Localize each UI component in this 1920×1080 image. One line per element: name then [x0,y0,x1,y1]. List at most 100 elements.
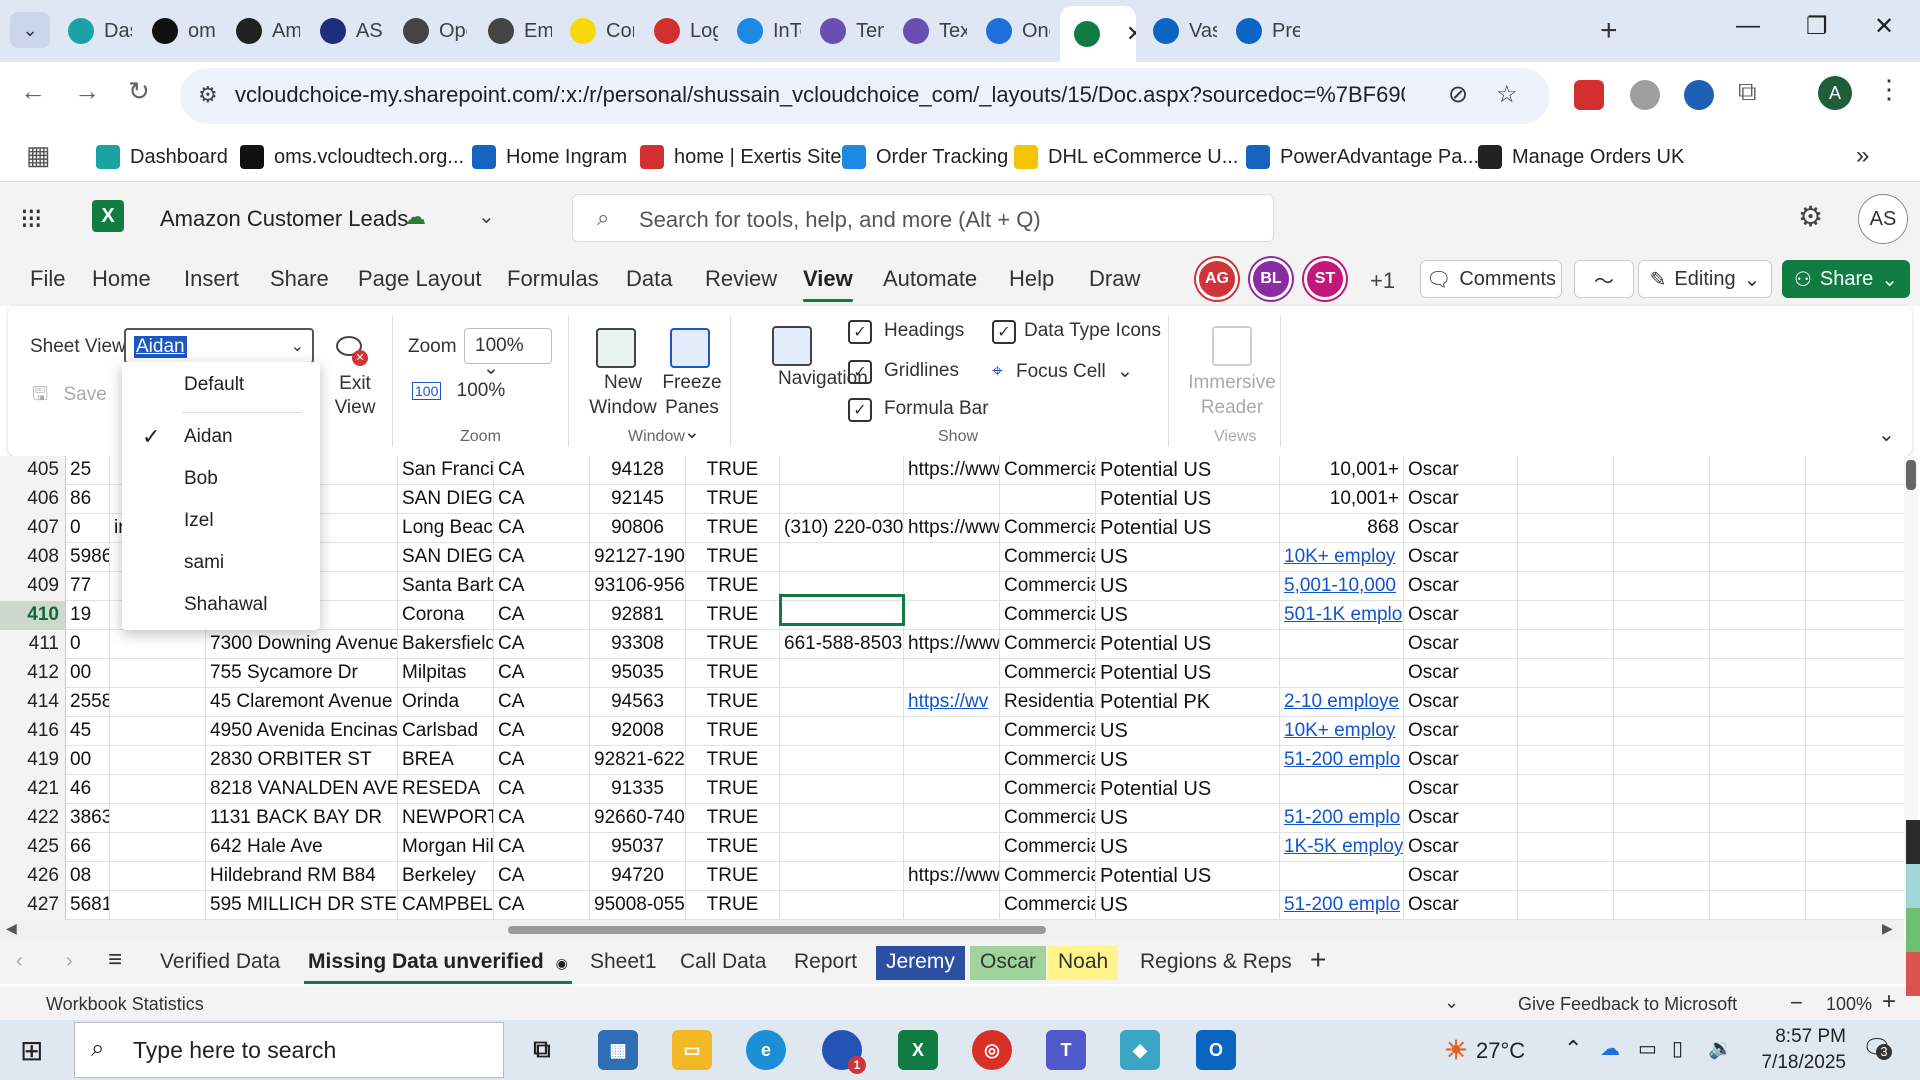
coauthor-avatar[interactable]: AG [1196,258,1238,300]
table-cell[interactable]: Carlsbad [398,717,494,746]
table-cell[interactable]: Commercia [1000,833,1096,862]
table-cell[interactable]: Morgan Hill [398,833,494,862]
table-cell[interactable] [1710,746,1806,775]
table-cell[interactable]: 94720 [590,862,686,891]
extension-lens-icon[interactable] [1684,80,1714,110]
table-cell[interactable] [904,891,1000,920]
table-cell[interactable]: 3863 [66,804,110,833]
table-cell[interactable] [1518,572,1614,601]
table-cell[interactable]: US [1096,572,1280,601]
table-cell[interactable]: SAN DIEGC [398,485,494,514]
table-cell[interactable]: https://www [904,862,1000,891]
clock-time[interactable]: 8:57 PM [1750,1026,1846,1048]
catch-up-button[interactable]: 〜 [1574,260,1634,298]
row-header[interactable]: 426 [0,862,66,891]
table-cell[interactable]: TRUE [686,485,780,514]
table-cell[interactable]: Oscar [1404,456,1518,485]
table-cell[interactable] [780,688,904,717]
bookmark-star-icon[interactable]: ☆ [1496,80,1518,109]
table-cell[interactable]: Oscar [1404,775,1518,804]
row-header[interactable]: 408 [0,543,66,572]
row-header[interactable]: 407 [0,514,66,543]
table-cell[interactable]: Corona [398,601,494,630]
table-cell[interactable]: 1K-5K employ [1280,833,1404,862]
document-title[interactable]: Amazon Customer Leads [160,206,408,232]
table-cell[interactable]: US [1096,891,1280,920]
table-cell[interactable]: https://wv [904,688,1000,717]
row-header[interactable]: 405 [0,456,66,485]
bookmark-item[interactable]: home | Exertis Site [640,142,841,172]
row-header[interactable]: 422 [0,804,66,833]
table-cell[interactable]: 92660-7405 [590,804,686,833]
table-cell[interactable]: 94128 [590,456,686,485]
reload-icon[interactable]: ↻ [128,76,150,107]
table-cell[interactable]: Residential [1000,688,1096,717]
table-cell[interactable] [110,833,206,862]
search-input[interactable]: ⌕ Search for tools, help, and more (Alt … [572,194,1274,242]
coauthor-avatar[interactable]: BL [1250,258,1292,300]
table-cell[interactable] [780,717,904,746]
table-cell[interactable]: TRUE [686,543,780,572]
table-cell[interactable]: 00 [66,746,110,775]
table-cell[interactable]: CA [494,659,590,688]
table-cell[interactable] [1614,833,1710,862]
prev-sheet-icon[interactable]: ‹ [16,950,23,973]
table-cell[interactable] [904,775,1000,804]
clock-date[interactable]: 7/18/2025 [1746,1052,1846,1074]
table-cell[interactable] [1000,485,1096,514]
close-tab-icon[interactable]: ✕ [1126,21,1136,47]
table-cell[interactable] [1710,514,1806,543]
browser-tab[interactable]: Con [560,8,634,54]
ribbon-tab-file[interactable]: File [30,266,65,292]
table-cell[interactable] [110,862,206,891]
table-cell[interactable]: https://www [904,630,1000,659]
table-cell[interactable]: US [1096,746,1280,775]
table-cell[interactable]: 77 [66,572,110,601]
table-cell[interactable]: 45 Claremont Avenue [206,688,398,717]
table-cell[interactable]: CA [494,456,590,485]
sheet-tab[interactable]: Regions & Reps [1130,946,1302,980]
bookmark-item[interactable]: Home Ingram [472,142,627,172]
row-header[interactable]: 412 [0,659,66,688]
table-cell[interactable]: Milpitas [398,659,494,688]
vertical-scroll-thumb[interactable] [1906,460,1916,490]
table-cell[interactable]: 868 [1280,514,1404,543]
table-cell[interactable]: 0 [66,514,110,543]
table-cell[interactable] [1518,456,1614,485]
network-icon[interactable]: ▯ [1672,1036,1683,1061]
ribbon-tab-data[interactable]: Data [626,266,672,292]
table-cell[interactable] [1518,485,1614,514]
table-cell[interactable]: 10,001+ [1280,485,1404,514]
table-cell[interactable]: Potential US [1096,862,1280,891]
all-sheets-menu-icon[interactable]: ≡ [108,946,122,974]
no-cookie-icon[interactable]: ⊘ [1448,80,1468,109]
table-cell[interactable]: Oscar [1404,543,1518,572]
table-cell[interactable]: NEWPORT [398,804,494,833]
ribbon-tab-draw[interactable]: Draw [1089,266,1140,292]
table-cell[interactable] [1614,543,1710,572]
browser-tab[interactable]: Text [893,8,967,54]
new-window-icon[interactable] [596,328,636,368]
table-cell[interactable]: 92008 [590,717,686,746]
table-cell[interactable]: US [1096,804,1280,833]
table-cell[interactable] [1806,746,1906,775]
table-cell[interactable] [1614,775,1710,804]
sheet-view-select[interactable]: Aidan ⌄ [124,328,314,364]
table-cell[interactable] [1806,543,1906,572]
sheet-tab[interactable]: Noah [1048,946,1119,980]
battery-icon[interactable]: ▭ [1638,1036,1657,1061]
table-cell[interactable]: Oscar [1404,485,1518,514]
table-cell[interactable]: (310) 220-0300 [780,514,904,543]
apps-icon[interactable]: ▦ [26,140,51,171]
table-cell[interactable]: 4950 Avenida Encinas - [206,717,398,746]
show-hidden-icons[interactable]: ⌃ [1564,1036,1582,1062]
table-cell[interactable]: Bakersfield [398,630,494,659]
chevron-down-icon[interactable]: ⌄ [478,204,495,229]
table-cell[interactable]: Oscar [1404,601,1518,630]
zoom-out-icon[interactable]: − [1790,990,1803,1016]
table-cell[interactable]: TRUE [686,775,780,804]
table-cell[interactable] [1806,630,1906,659]
new-tab-button[interactable]: + [1600,14,1618,48]
table-cell[interactable] [904,485,1000,514]
bookmark-item[interactable]: DHL eCommerce U... [1014,142,1238,172]
